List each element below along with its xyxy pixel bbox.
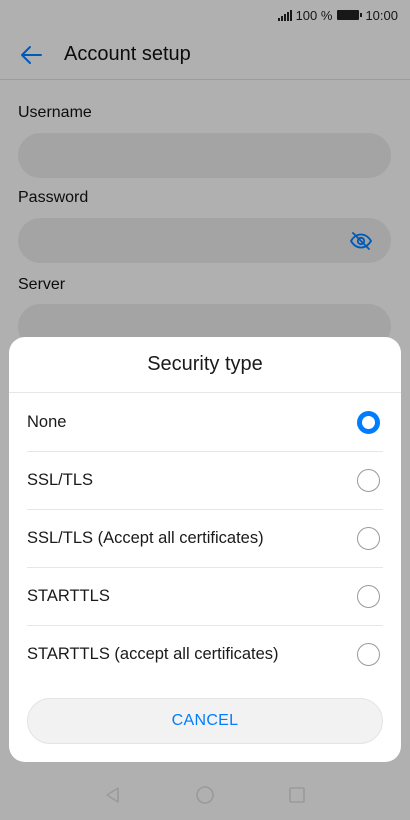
recents-square-icon[interactable]: [287, 785, 307, 805]
radio-unselected-icon[interactable]: [357, 643, 380, 666]
option-label: STARTTLS (accept all certificates): [27, 644, 279, 663]
option-label: None: [27, 412, 67, 431]
radio-unselected-icon[interactable]: [357, 527, 380, 550]
option-starttls[interactable]: STARTTLS: [9, 567, 401, 625]
option-label: SSL/TLS (Accept all certificates): [27, 528, 264, 547]
home-circle-icon[interactable]: [195, 785, 215, 805]
cancel-button[interactable]: CANCEL: [27, 698, 383, 744]
option-none[interactable]: None: [9, 393, 401, 451]
option-label: SSL/TLS: [27, 470, 94, 489]
option-ssl-tls[interactable]: SSL/TLS: [9, 451, 401, 509]
radio-unselected-icon[interactable]: [357, 585, 380, 608]
navigation-bar: [0, 770, 410, 820]
option-ssl-tls-accept-all[interactable]: SSL/TLS (Accept all certificates): [9, 509, 401, 567]
security-options-list: None SSL/TLS SSL/TLS (Accept all certifi…: [9, 393, 401, 683]
option-label: STARTTLS: [27, 586, 110, 605]
security-type-dialog: Security type None SSL/TLS SSL/TLS (Acce…: [9, 337, 401, 762]
radio-unselected-icon[interactable]: [357, 469, 380, 492]
dialog-title: Security type: [9, 337, 401, 393]
back-triangle-icon[interactable]: [103, 785, 123, 805]
option-starttls-accept-all[interactable]: STARTTLS (accept all certificates): [9, 625, 401, 683]
radio-selected-icon[interactable]: [357, 411, 380, 434]
